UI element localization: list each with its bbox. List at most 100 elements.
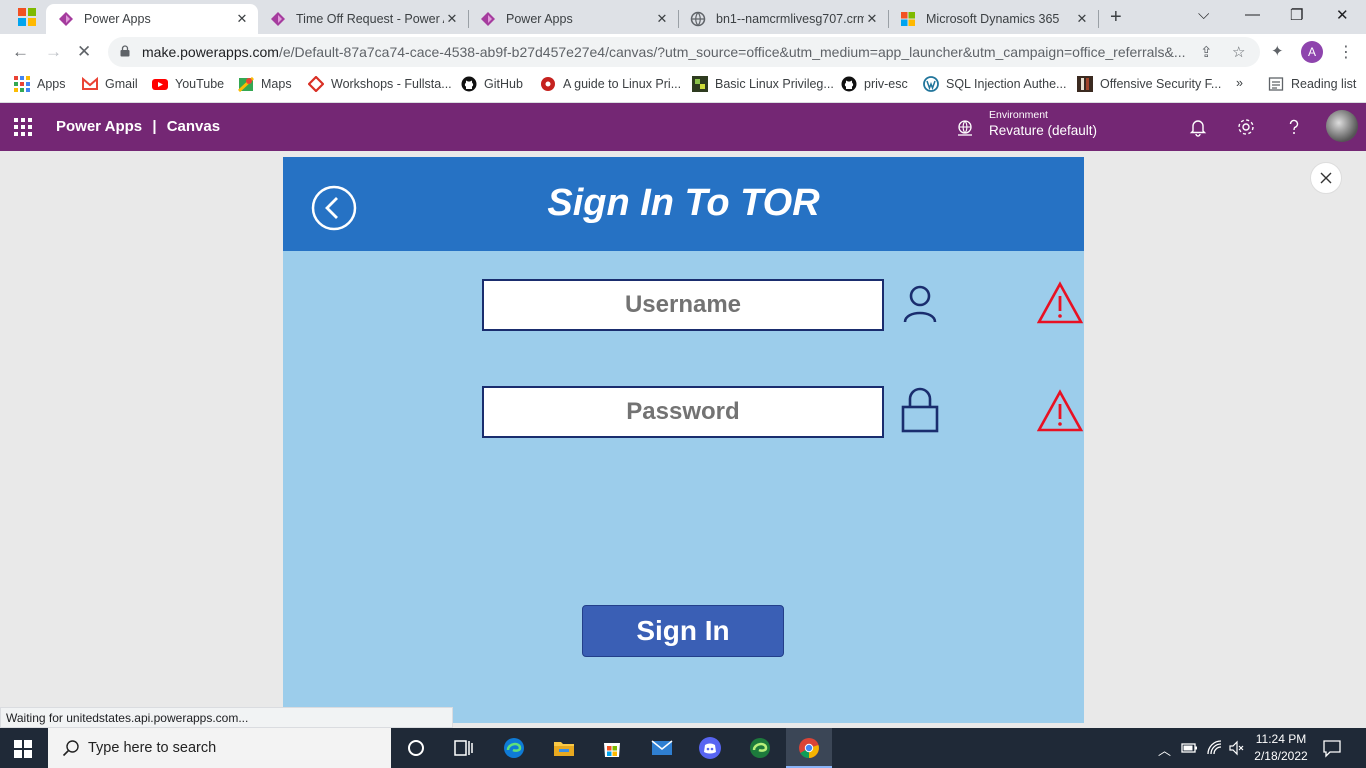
windows-taskbar: Type here to search ︿ 11:24 PM 2/18/2022 [0,728,1366,768]
bookmark-star-icon[interactable]: ☆ [1232,43,1245,61]
bookmark-youtube[interactable]: YouTube [152,76,224,92]
chrome-icon [799,738,819,759]
bookmark-gmail[interactable]: Gmail [82,76,138,92]
environment-label: Environment [989,109,1048,121]
share-icon[interactable]: ⇪ [1200,43,1213,61]
title-separator: | [152,118,157,135]
bookmark-apps[interactable]: Apps [14,76,66,92]
help-question-icon[interactable] [1284,117,1304,137]
tab-search-chevron-icon[interactable]: ⌵ [1198,6,1209,23]
microsoft-favicon-icon [901,12,915,26]
stop-loading-icon[interactable]: ✕ [77,42,91,62]
bookmark-label: Maps [261,77,292,91]
bookmark-label: Offensive Security F... [1100,77,1222,91]
guide-icon [541,77,555,91]
tab-close-icon[interactable]: ✕ [1074,11,1090,27]
bookmark-label: A guide to Linux Pri... [563,77,682,91]
bookmark-workshops[interactable]: Workshops - Fullsta... [308,76,452,92]
wordpress-icon [923,76,939,92]
password-input[interactable]: Password [482,386,884,438]
user-avatar[interactable] [1326,110,1358,142]
microsoft-store-icon[interactable] [600,736,624,760]
password-placeholder: Password [626,398,740,425]
url-text[interactable]: make.powerapps.com/e/Default-87a7ca74-ca… [142,44,1192,60]
browser-status-text: Waiting for unitedstates.api.powerapps.c… [0,707,453,728]
globe-favicon-icon [690,11,706,27]
tab-title: Power Apps [506,12,573,26]
username-placeholder: Username [624,291,742,318]
notifications-center-icon[interactable] [1322,738,1342,758]
wifi-icon[interactable] [1206,739,1224,757]
bookmark-offensive-security[interactable]: Offensive Security F... [1077,76,1221,92]
forward-arrow-icon[interactable]: → [45,42,62,62]
power-apps-header: Power Apps | Canvas Environment Revature… [0,103,1366,151]
tab-close-icon[interactable]: ✕ [654,11,670,27]
notifications-bell-icon[interactable] [1188,117,1208,137]
reading-list-button[interactable]: Reading list [1268,76,1356,92]
bookmark-label: priv-esc [864,77,908,91]
search-placeholder: Type here to search [88,740,217,756]
close-preview-button[interactable] [1310,162,1342,194]
file-explorer-icon[interactable] [552,736,576,760]
tab-close-icon[interactable]: ✕ [234,11,250,27]
task-view-icon[interactable] [452,736,476,760]
tab-power-apps-active[interactable]: Power Apps ✕ [46,4,258,34]
show-hidden-icons-chevron-icon[interactable]: ︿ [1158,740,1171,759]
edge-browser-icon[interactable] [502,736,526,760]
extensions-puzzle-icon[interactable]: ✦ [1271,42,1284,60]
environment-picker[interactable]: Revature (default) [989,123,1097,138]
discord-icon[interactable] [698,736,722,760]
restore-icon[interactable]: ❐ [1290,6,1303,24]
lock-icon [120,45,130,57]
password-warning-icon [1037,389,1083,432]
volume-muted-icon[interactable] [1228,739,1246,757]
bookmark-basic-linux[interactable]: Basic Linux Privileg... [692,76,834,92]
address-bar[interactable]: make.powerapps.com/e/Default-87a7ca74-ca… [108,37,1260,67]
bookmark-label: Basic Linux Privileg... [715,77,834,91]
browser-menu-icon[interactable]: ⋮ [1338,42,1354,62]
tab-close-icon[interactable]: ✕ [444,11,460,27]
edge-dev-icon[interactable] [748,736,772,760]
tab-time-off-request[interactable]: Time Off Request - Power A ✕ [258,4,468,34]
chrome-taskbar-button[interactable] [786,728,832,768]
back-arrow-icon[interactable]: ← [12,42,29,62]
profile-avatar[interactable]: A [1301,41,1323,63]
mail-icon[interactable] [650,736,674,760]
bookmark-sql-injection[interactable]: SQL Injection Authe... [923,76,1066,92]
bookmark-priv-esc[interactable]: priv-esc [841,76,908,92]
username-input[interactable]: Username [482,279,884,331]
github-icon [841,76,857,92]
start-windows-icon[interactable] [14,740,32,758]
tab-namcrmlive[interactable]: bn1--namcrmlivesg707.crm ✕ [678,4,888,34]
clock-time: 11:24 PM [1255,732,1307,746]
url-path: /e/Default-87a7ca74-cace-4538-ab9f-b27d4… [278,44,1186,60]
app-header-bar: Sign In To TOR [283,157,1084,251]
settings-gear-icon[interactable] [1236,117,1256,137]
app-launcher-waffle-icon[interactable] [14,118,32,136]
bookmark-maps[interactable]: Maps [238,76,292,92]
user-person-icon [903,285,937,323]
new-tab-plus-icon[interactable]: + [1110,6,1122,29]
bookmarks-overflow-label: » [1236,76,1243,90]
username-warning-icon [1037,281,1083,324]
tab-power-apps[interactable]: Power Apps ✕ [468,4,678,34]
bookmark-github[interactable]: GitHub [461,76,523,92]
tab-title: bn1--namcrmlivesg707.crm [716,12,864,26]
bookmark-label: Apps [37,77,66,91]
cortana-circle-icon[interactable] [404,736,428,760]
minimize-icon[interactable]: — [1245,6,1260,23]
close-window-icon[interactable]: ✕ [1336,6,1349,24]
tab-close-icon[interactable]: ✕ [864,11,880,27]
tab-dynamics-365[interactable]: Microsoft Dynamics 365 ✕ [888,4,1098,34]
product-name[interactable]: Power Apps [56,118,142,135]
battery-icon[interactable] [1180,739,1198,757]
youtube-icon [152,79,168,90]
system-clock[interactable]: 11:24 PM 2/18/2022 [1252,731,1310,765]
taskbar-search-box[interactable]: Type here to search [48,728,391,768]
sign-in-button[interactable]: Sign In [582,605,784,657]
github-icon [461,76,477,92]
bookmark-linux-guide[interactable]: A guide to Linux Pri... [540,76,681,92]
power-apps-favicon-icon [59,12,73,26]
bookmark-label: Gmail [105,77,138,91]
bookmarks-overflow-button[interactable]: » [1236,76,1243,90]
